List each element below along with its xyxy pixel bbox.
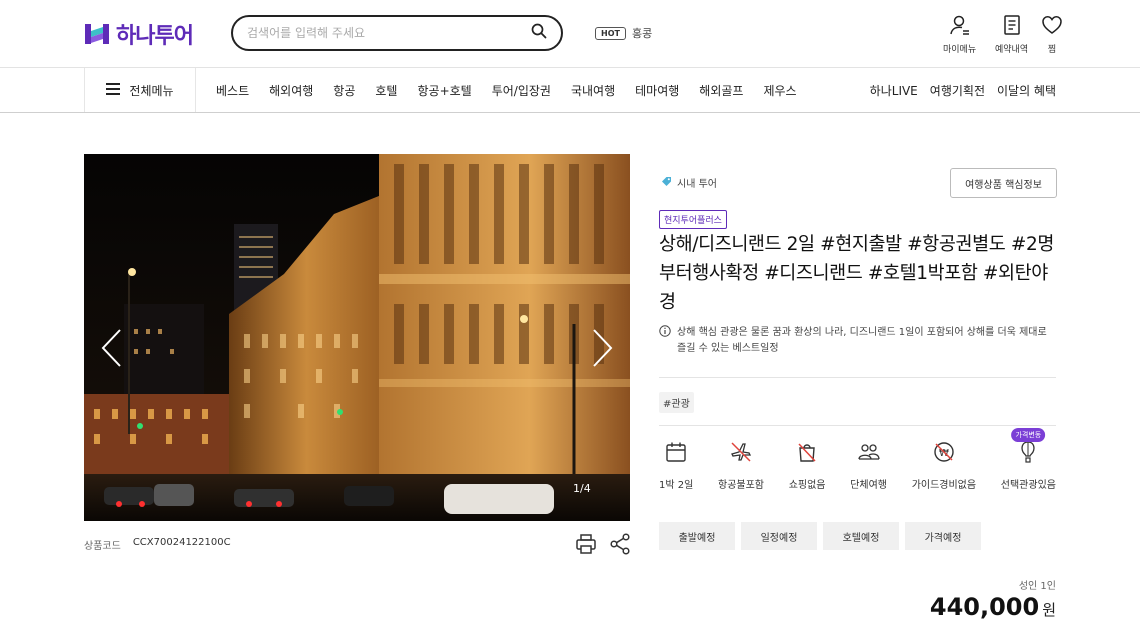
description-text: 상해 핵심 관광은 물론 꿈과 환상의 나라, 디즈니랜드 1일이 포함되어 상… [677,327,1047,354]
no-guide-fee-icon: ₩ [932,440,956,467]
search-bar[interactable] [231,15,563,51]
wishlist-label: 찜 [1047,45,1057,55]
feature-optional-tour: 가격변동 선택관광있음 [1000,428,1056,491]
divider [659,425,1056,426]
product-features: 1박 2일 항공불포함 쇼핑없음 단체여행 ₩ 가이드경비없음 가격변동 선택관… [659,428,1056,491]
feature-duration: 1박 2일 [659,440,693,491]
shanghai-bund-night-photo [84,154,630,521]
feature-group: 단체여행 [850,440,887,491]
feature-label: 쇼핑없음 [788,480,826,491]
next-photo-button[interactable] [590,164,614,367]
print-icon [575,534,597,559]
product-photo-gallery[interactable] [84,154,630,521]
feature-label: 가이드경비없음 [911,480,977,491]
balloon-icon [1016,440,1040,467]
hashtag-chip[interactable]: #관광 [659,392,694,413]
tag-icon [661,176,672,190]
hanatour-logo-icon [84,21,110,47]
svg-text:₩: ₩ [939,448,949,459]
nav-item-golf[interactable]: 해외골프 [699,82,743,99]
reservation-button[interactable]: 예약내역 [995,14,1028,55]
nav-item-hotel[interactable]: 호텔 [375,82,397,99]
price-status-button[interactable]: 가격예정 [905,522,981,550]
document-icon [1001,14,1023,39]
hanatour-logo[interactable]: 하나투어 [84,18,194,50]
key-info-button[interactable]: 여행상품 핵심정보 [950,168,1057,198]
nav-item-flight-hotel[interactable]: 항공+호텔 [417,82,471,99]
info-icon [659,325,671,357]
main-nav: 베스트 해외여행 항공 호텔 항공+호텔 투어/입장권 국내여행 테마여행 해외… [216,68,797,112]
feature-shopping: 쇼핑없음 [789,440,826,491]
share-button[interactable] [609,533,631,559]
product-title: 상해/디즈니랜드 2일 #현지출발 #항공권별도 #2명부터행사확정 #디즈니랜… [659,234,1054,313]
nav-item-zeus[interactable]: 제우스 [763,82,796,99]
nav-item-monthly-benefit[interactable]: 이달의 혜택 [997,82,1056,99]
hot-badge: HOT [595,26,626,40]
photo-counter: 1/4 [573,482,591,495]
nav-item-exhibition[interactable]: 여행기획전 [930,82,985,99]
product-type-tag: 현지투어플러스 [659,210,727,229]
price-change-badge: 가격변동 [1011,428,1046,442]
product-code: 상품코드 CCX70024122100C [84,537,231,552]
feature-label: 단체여행 [850,480,887,491]
feature-flight: 항공불포함 [718,440,764,491]
hot-keyword-text[interactable]: 홍콩 [632,25,652,41]
nav-divider-bottom [0,112,1140,113]
calendar-icon [664,440,688,467]
logo-text: 하나투어 [116,24,194,49]
product-code-label: 상품코드 [84,541,121,552]
hamburger-icon [106,82,121,98]
category-label: 시내 투어 [677,179,717,190]
hot-keyword[interactable]: HOT 홍콩 [595,25,652,41]
my-menu-button[interactable]: 마이메뉴 [943,14,976,55]
itinerary-status-button[interactable]: 일정예정 [741,522,817,550]
nav-item-domestic[interactable]: 국내여행 [571,82,615,99]
price-label: 성인 1인 [1018,581,1056,592]
print-button[interactable] [575,533,597,559]
no-shopping-icon [795,440,819,467]
feature-label: 1박 2일 [659,480,694,491]
nav-item-hana-live[interactable]: 하나LIVE [870,82,918,99]
product-category: 시내 투어 [661,175,717,190]
person-icon [949,14,971,39]
nav-item-theme[interactable]: 테마여행 [635,82,679,99]
heart-icon [1041,14,1063,39]
wishlist-button[interactable]: 찜 [1041,14,1063,55]
no-flight-icon [729,440,753,467]
product-price: 440,000 원 [930,593,1056,621]
feature-label: 항공불포함 [718,480,764,491]
nav-right: 하나LIVE 여행기획전 이달의 혜택 [870,68,1056,112]
reservation-label: 예약내역 [995,45,1029,55]
product-code-value: CCX70024122100C [132,537,231,548]
nav-item-overseas[interactable]: 해외여행 [269,82,313,99]
divider [659,377,1056,378]
search-icon[interactable] [531,23,547,43]
nav-item-tour-ticket[interactable]: 투어/입장권 [492,82,551,99]
group-icon [857,440,881,467]
product-description: 상해 핵심 관광은 물론 꿈과 환상의 나라, 디즈니랜드 1일이 포함되어 상… [659,325,1059,357]
departure-status-button[interactable]: 출발예정 [659,522,735,550]
my-menu-label: 마이메뉴 [943,45,977,55]
price-currency: 원 [1042,601,1056,619]
hotel-status-button[interactable]: 호텔예정 [823,522,899,550]
all-menu-button[interactable]: 전체메뉴 [84,68,196,112]
schedule-status-buttons: 출발예정 일정예정 호텔예정 가격예정 [659,522,981,550]
nav-item-best[interactable]: 베스트 [216,82,249,99]
price-amount: 440,000 [929,593,1040,621]
feature-guide-fee: ₩ 가이드경비없음 [912,440,976,491]
prev-photo-button[interactable] [100,164,124,367]
feature-label: 선택관광있음 [1000,480,1056,491]
all-menu-label: 전체메뉴 [129,83,174,98]
nav-item-flight[interactable]: 항공 [333,82,355,99]
share-icon [609,533,631,559]
search-input[interactable] [247,26,531,40]
